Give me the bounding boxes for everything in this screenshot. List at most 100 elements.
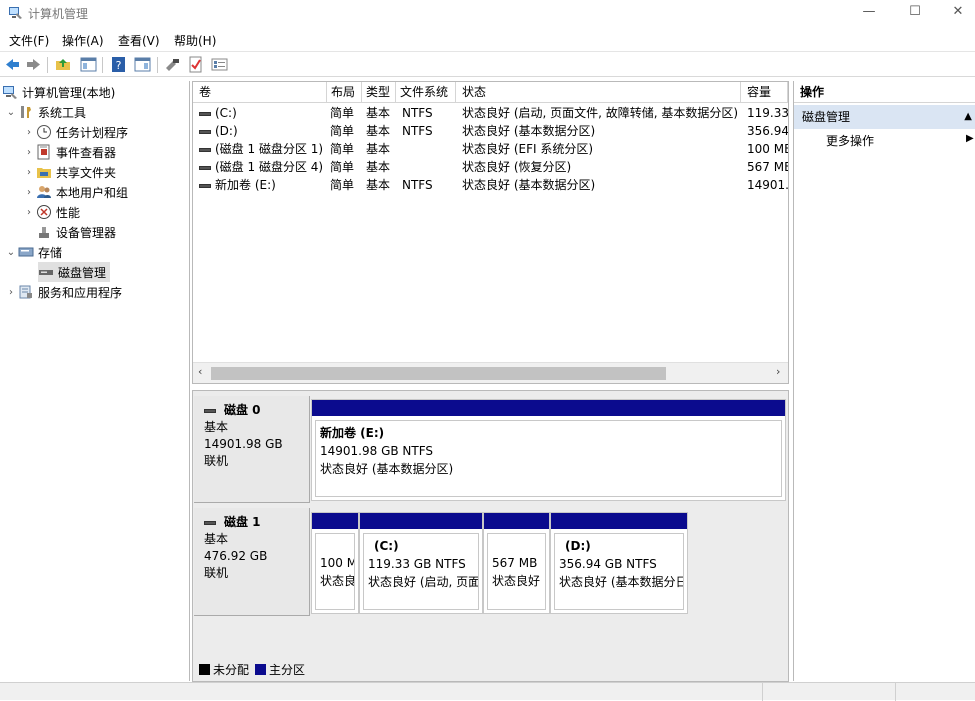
tree-item-performance[interactable]: › 性能 <box>22 202 80 222</box>
submenu-arrow-icon[interactable]: ▶ <box>966 133 974 144</box>
actions-pane: 操作 磁盘管理 ▲ 更多操作 ▶ <box>793 81 975 681</box>
properties-icon[interactable] <box>187 56 204 73</box>
connect-icon[interactable] <box>164 56 181 73</box>
more-actions-item[interactable]: 更多操作 <box>826 131 874 151</box>
disk-management-icon <box>39 270 53 275</box>
volume-status: 状态良好 (恢复分区) <box>462 160 572 174</box>
window-title: 计算机管理 <box>28 7 89 21</box>
actions-section-label: 磁盘管理 <box>802 110 851 124</box>
scroll-left-icon[interactable]: ‹ <box>198 365 202 378</box>
tree-label: 存储 <box>38 245 63 260</box>
column-header-capacity[interactable]: 容量 <box>741 82 788 103</box>
volume-name: 新加卷 (E:) <box>215 178 276 192</box>
toolbar-separator <box>157 57 158 73</box>
tree-item-local-users[interactable]: › 本地用户和组 <box>22 182 128 202</box>
toolbar-separator <box>102 57 103 73</box>
volume-name: (C:) <box>215 106 237 120</box>
tree-item-root[interactable]: 计算机管理(本地) <box>2 82 115 102</box>
chevron-right-icon[interactable]: › <box>22 147 36 158</box>
menu-action[interactable]: 操作(A) <box>62 32 104 49</box>
computer-management-icon <box>3 86 17 99</box>
column-header-filesystem[interactable]: 文件系统 <box>396 82 456 103</box>
users-icon <box>37 186 51 198</box>
volume-capacity: 100 ME <box>747 142 788 156</box>
disk-name: 磁盘 0 <box>224 403 261 417</box>
actions-section-disk-management[interactable]: 磁盘管理 ▲ <box>794 105 975 129</box>
volume-capacity: 119.33 <box>747 106 788 120</box>
tree-item-device-manager[interactable]: 设备管理器 <box>36 222 116 242</box>
chevron-right-icon[interactable]: › <box>22 127 36 138</box>
unallocated-swatch <box>199 663 210 675</box>
performance-icon <box>37 205 51 219</box>
forward-icon[interactable] <box>25 56 42 73</box>
volume-filesystem: NTFS <box>402 178 433 192</box>
partition-status: 状态良好 (启动, 页面 <box>368 575 479 589</box>
tree-label: 服务和应用程序 <box>38 285 123 300</box>
menu-help[interactable]: 帮助(H) <box>174 32 216 49</box>
column-header-status[interactable]: 状态 <box>456 82 741 103</box>
back-icon[interactable] <box>4 56 21 73</box>
partition-e[interactable]: 新加卷 (E:) 14901.98 GB NTFS 状态良好 (基本数据分区) <box>311 399 786 501</box>
horizontal-scrollbar[interactable]: ‹ › <box>193 362 788 383</box>
toolbar: ? <box>0 51 975 77</box>
tree-item-task-scheduler[interactable]: › 任务计划程序 <box>22 122 128 142</box>
tree-label: 共享文件夹 <box>56 165 117 180</box>
partition-recovery[interactable]: 567 MB 状态良好 <box>483 512 550 614</box>
maximize-button[interactable]: ☐ <box>892 0 938 26</box>
close-button[interactable]: ✕ <box>935 0 975 26</box>
storage-icon <box>18 247 34 257</box>
scroll-right-icon[interactable]: › <box>776 365 780 378</box>
menu-file[interactable]: 文件(F) <box>9 32 49 49</box>
chevron-right-icon[interactable]: › <box>22 207 36 218</box>
legend: 未分配 主分区 <box>199 661 305 677</box>
partition-d[interactable]: (D:) 356.94 GB NTFS 状态良好 (基本数据分日 <box>550 512 688 614</box>
tree-item-storage[interactable]: ⌄ 存储 <box>4 242 62 262</box>
disk-status: 联机 <box>204 566 229 580</box>
collapse-up-icon[interactable]: ▲ <box>964 105 972 129</box>
volume-type: 基本 <box>366 106 391 120</box>
list-view-icon[interactable] <box>211 56 228 73</box>
partition-c[interactable]: (C:) 119.33 GB NTFS 状态良好 (启动, 页面 <box>359 512 483 614</box>
event-log-icon <box>37 144 50 160</box>
volume-icon <box>199 129 211 134</box>
partition-status: 状态良好 (基本数据分区) <box>320 462 454 476</box>
tree-item-system-tools[interactable]: ⌄ 系统工具 <box>4 102 86 122</box>
partition-size: 567 MB <box>492 556 538 570</box>
partition-status: 状态良好 <box>492 574 541 588</box>
minimize-button[interactable]: — <box>846 0 892 26</box>
volume-layout: 简单 <box>330 160 355 174</box>
volume-type: 基本 <box>366 142 391 156</box>
disk-type: 基本 <box>204 532 229 546</box>
chevron-down-icon[interactable]: ⌄ <box>4 247 18 258</box>
column-header-volume[interactable]: 卷 <box>193 82 327 103</box>
chevron-right-icon[interactable]: › <box>22 167 36 178</box>
tree-item-disk-management[interactable]: 磁盘管理 <box>38 262 111 282</box>
volume-layout: 简单 <box>330 142 355 156</box>
shared-folder-icon <box>37 168 51 178</box>
chevron-right-icon[interactable]: › <box>22 187 36 198</box>
primary-partition-bar <box>484 513 549 529</box>
volume-name: (D:) <box>215 124 238 138</box>
partition-status: 状态良 <box>320 574 355 588</box>
primary-partition-bar <box>312 513 358 529</box>
disk-1-label[interactable]: 磁盘 1 基本 476.92 GB 联机 <box>194 508 310 616</box>
tree-item-event-viewer[interactable]: › 事件查看器 <box>22 142 116 162</box>
tree-item-shared-folders[interactable]: › 共享文件夹 <box>22 162 116 182</box>
tree-label: 任务计划程序 <box>56 125 129 140</box>
up-folder-icon[interactable] <box>55 56 72 73</box>
help-icon[interactable]: ? <box>110 56 127 73</box>
show-hide-tree-icon[interactable] <box>80 56 97 73</box>
chevron-down-icon[interactable]: ⌄ <box>4 107 18 118</box>
column-header-layout[interactable]: 布局 <box>327 82 362 103</box>
show-hide-action-pane-icon[interactable] <box>134 56 151 73</box>
tree-item-services[interactable]: › 服务和应用程序 <box>4 282 122 302</box>
menu-view[interactable]: 查看(V) <box>118 32 160 49</box>
status-bar <box>0 682 975 701</box>
disk-0-label[interactable]: 磁盘 0 基本 14901.98 GB 联机 <box>194 396 310 503</box>
partition-efi[interactable]: 100 M 状态良 <box>311 512 359 614</box>
chevron-right-icon[interactable]: › <box>4 287 18 298</box>
scrollbar-thumb[interactable] <box>211 367 666 380</box>
column-header-type[interactable]: 类型 <box>362 82 396 103</box>
volume-capacity: 567 ME <box>747 160 788 174</box>
volume-list: 卷 布局 类型 文件系统 状态 容量 (C:) 简单 基本 NTFS 状态良好 … <box>192 81 789 384</box>
